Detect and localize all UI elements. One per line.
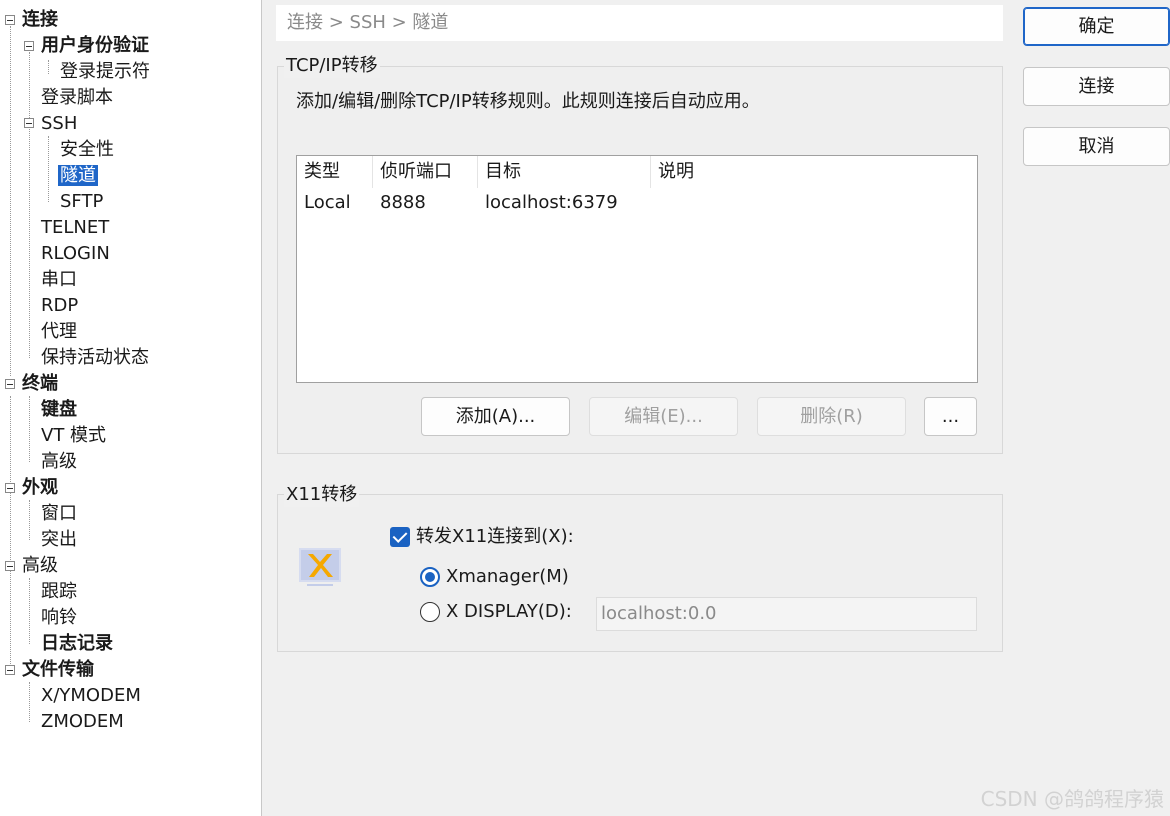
tree-item-rdp[interactable]: RDP <box>41 294 78 318</box>
tree-item-keyboard[interactable]: 键盘 <box>41 398 77 422</box>
forward-x11-label[interactable]: 转发X11连接到(X): <box>416 525 574 549</box>
xmanager-icon <box>299 548 341 588</box>
cell-description <box>651 189 658 217</box>
x11-group-title: X11转移 <box>284 483 360 507</box>
tree-line <box>29 578 30 644</box>
tree-item-terminal[interactable]: 终端 <box>22 372 58 396</box>
tree-item-xymodem[interactable]: X/YMODEM <box>41 684 141 708</box>
tcp-group-title: TCP/IP转移 <box>284 54 380 78</box>
tree-item-tunneling[interactable]: 隧道 <box>58 164 98 188</box>
cell-destination: localhost:6379 <box>485 192 618 213</box>
x-display-radio[interactable] <box>420 602 440 622</box>
ok-button[interactable]: 确定 <box>1023 7 1170 46</box>
collapse-icon[interactable] <box>5 483 15 493</box>
column-header-destination[interactable]: 目标 <box>478 156 651 188</box>
cell-type: Local <box>304 192 351 213</box>
tcp-description: 添加/编辑/删除TCP/IP转移规则。此规则连接后自动应用。 <box>296 91 760 112</box>
tree-item-window[interactable]: 窗口 <box>41 502 77 526</box>
breadcrumb: 连接 > SSH > 隧道 <box>276 5 1003 41</box>
collapse-icon[interactable] <box>24 118 34 128</box>
edit-button[interactable]: 编辑(E)... <box>589 397 738 436</box>
tree-item-user-auth[interactable]: 用户身份验证 <box>41 34 149 58</box>
tree-line <box>29 500 30 540</box>
tree-line <box>48 136 49 202</box>
tree-item-proxy[interactable]: 代理 <box>41 320 77 344</box>
tree-item-rlogin[interactable]: RLOGIN <box>41 242 110 266</box>
tree-line <box>48 60 49 74</box>
tree-item-bell[interactable]: 响铃 <box>41 606 77 630</box>
tree-item-serial[interactable]: 串口 <box>41 268 77 292</box>
tree-item-ssh[interactable]: SSH <box>41 112 77 136</box>
tree-item-login-prompts[interactable]: 登录提示符 <box>60 60 150 84</box>
tree-item-terminal-advanced[interactable]: 高级 <box>41 450 77 474</box>
column-header-type[interactable]: 类型 <box>297 156 373 188</box>
forwarding-rules-table[interactable]: 类型 侦听端口 目标 说明 Local 8888 localhost:6379 <box>296 155 978 383</box>
tree-item-zmodem[interactable]: ZMODEM <box>41 710 124 734</box>
connect-button[interactable]: 连接 <box>1023 67 1170 106</box>
column-header-description[interactable]: 说明 <box>651 156 976 188</box>
tree-item-keep-alive[interactable]: 保持活动状态 <box>41 346 149 370</box>
xmanager-radio[interactable] <box>420 567 440 587</box>
tree-line <box>29 682 30 722</box>
more-button[interactable]: ... <box>924 397 977 436</box>
collapse-icon[interactable] <box>5 665 15 675</box>
tree-item-sftp[interactable]: SFTP <box>60 190 103 214</box>
tree-item-login-script[interactable]: 登录脚本 <box>41 86 113 110</box>
tree-item-security[interactable]: 安全性 <box>60 138 114 162</box>
category-tree[interactable]: 连接 用户身份验证 登录提示符 登录脚本 SSH 安全性 隧道 SFTP TEL… <box>0 0 262 816</box>
tree-item-advanced[interactable]: 高级 <box>22 554 58 578</box>
collapse-icon[interactable] <box>5 379 15 389</box>
xmanager-radio-label[interactable]: Xmanager(M) <box>446 565 569 589</box>
tree-item-logging[interactable]: 日志记录 <box>41 632 113 656</box>
collapse-icon[interactable] <box>5 561 15 571</box>
tree-item-trace[interactable]: 跟踪 <box>41 580 77 604</box>
add-button[interactable]: 添加(A)... <box>421 397 570 436</box>
tree-item-file-transfer[interactable]: 文件传输 <box>22 658 94 682</box>
tree-item-vt-modes[interactable]: VT 模式 <box>41 424 106 448</box>
column-header-listen-port[interactable]: 侦听端口 <box>373 156 478 188</box>
watermark: CSDN @鸽鸽程序猿 <box>980 787 1164 811</box>
tree-item-telnet[interactable]: TELNET <box>41 216 109 240</box>
tree-line <box>10 396 11 670</box>
collapse-icon[interactable] <box>24 41 34 51</box>
cancel-button[interactable]: 取消 <box>1023 127 1170 166</box>
forward-x11-checkbox[interactable] <box>390 527 410 547</box>
tree-item-connection[interactable]: 连接 <box>22 8 58 32</box>
collapse-icon[interactable] <box>5 15 15 25</box>
tree-line <box>29 52 30 358</box>
tree-line <box>29 396 30 462</box>
delete-button[interactable]: 删除(R) <box>757 397 906 436</box>
tree-item-highlight[interactable]: 突出 <box>41 528 77 552</box>
x-display-input[interactable]: localhost:0.0 <box>596 597 977 631</box>
tree-item-appearance[interactable]: 外观 <box>22 476 58 500</box>
tree-line <box>10 26 11 376</box>
cell-listen-port: 8888 <box>380 192 426 213</box>
x-display-radio-label[interactable]: X DISPLAY(D): <box>446 600 572 624</box>
